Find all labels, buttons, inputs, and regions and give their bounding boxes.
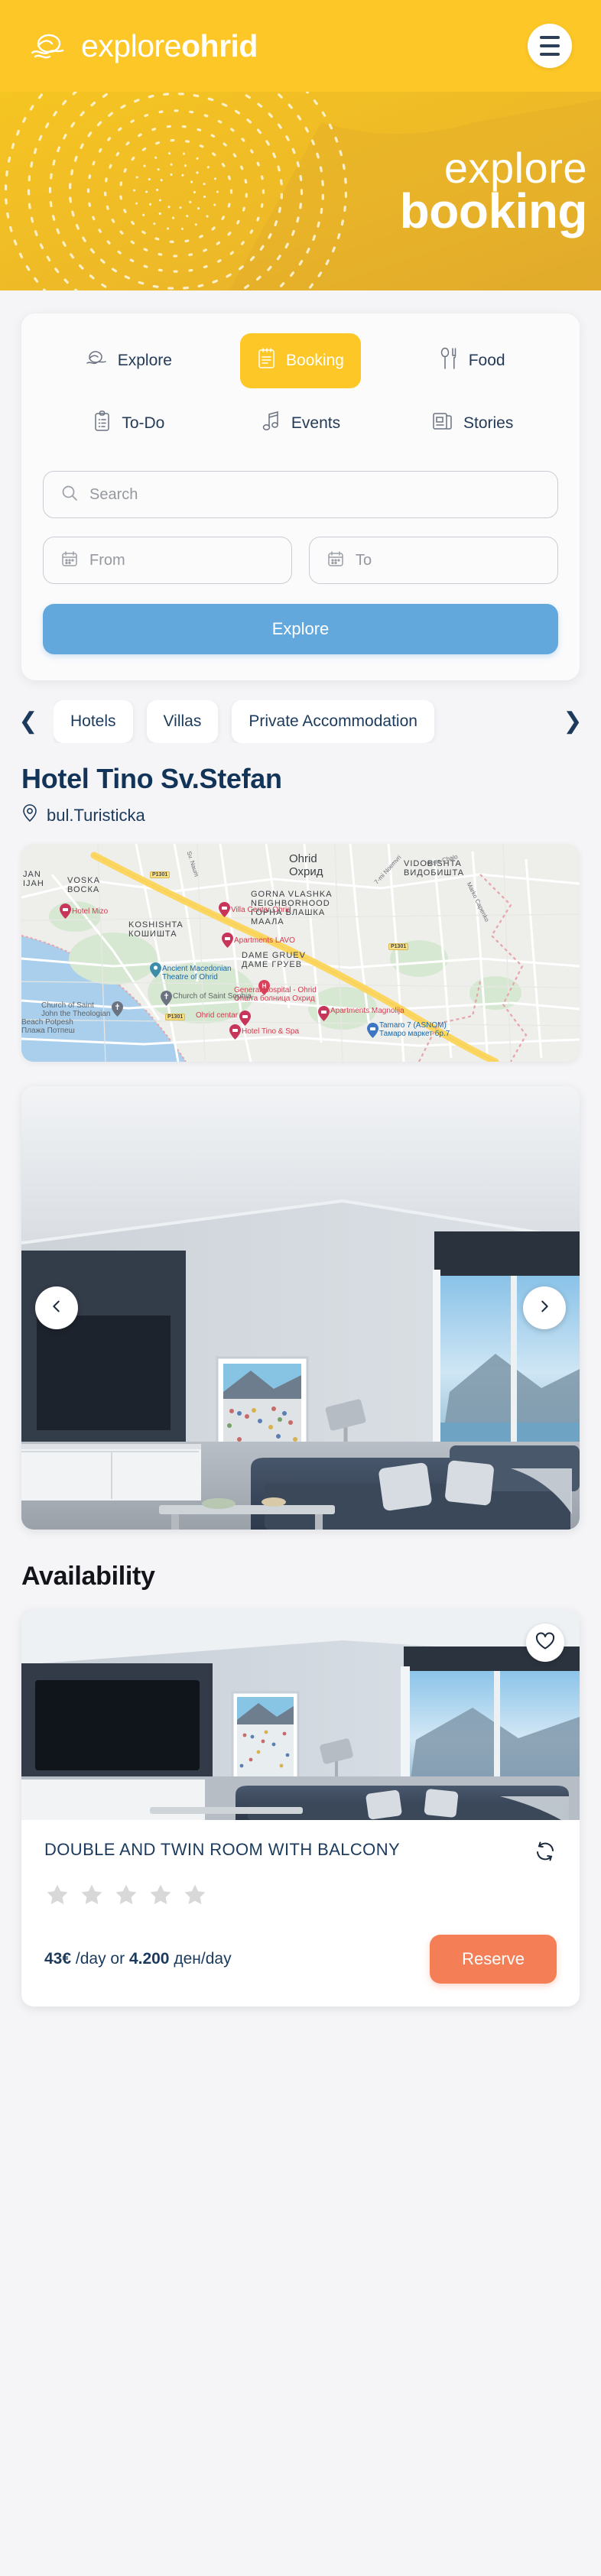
tab-explore[interactable]: Explore (69, 335, 189, 387)
date-to-placeholder: To (356, 551, 372, 569)
hamburger-menu-icon[interactable] (528, 24, 572, 68)
price-eur: 43€ (44, 1950, 72, 1968)
hero-title-block: explore booking (399, 143, 601, 239)
search-input[interactable]: Search (43, 471, 558, 518)
room-photo[interactable] (21, 1610, 580, 1820)
search-placeholder: Search (89, 485, 138, 503)
explore-wave-logo-icon (29, 29, 76, 63)
tab-label: Explore (117, 352, 172, 369)
explore-submit-button[interactable]: Explore (43, 604, 558, 654)
price-eur-unit: /day or (75, 1950, 125, 1968)
clipboard-booking-icon (257, 347, 277, 375)
checklist-clipboard-icon (93, 410, 112, 437)
brand-logo[interactable]: exploreohrid (29, 29, 258, 63)
tab-label: To-Do (122, 414, 165, 432)
burger-line (540, 53, 560, 56)
map-route-shield-p1301: P1301 (388, 943, 409, 950)
gallery-photo (21, 1086, 580, 1530)
room-details: DOUBLE AND TWIN ROOM WITH BALCONY 43€ /d… (21, 1820, 580, 2007)
price-mkd-unit: ден/day (174, 1950, 232, 1968)
availability-heading: Availability (21, 1562, 155, 1591)
star-5[interactable] (182, 1882, 208, 1912)
category-filter-row: ❮ Hotels Villas Private Accommodation ❯ (0, 680, 601, 751)
chip-hotels[interactable]: Hotels (54, 700, 133, 743)
reserve-button[interactable]: Reserve (430, 1935, 557, 1984)
hero-title-line1: explore (443, 143, 587, 192)
tab-label: Stories (463, 414, 514, 432)
chevron-left-icon[interactable]: ❮ (15, 710, 41, 733)
star-1[interactable] (44, 1882, 70, 1912)
date-range-row: From To (43, 537, 558, 584)
heart-icon (535, 1632, 555, 1654)
music-note-icon (261, 410, 282, 437)
explore-wave-icon (86, 349, 109, 373)
gallery-next-button[interactable] (523, 1286, 566, 1329)
section-tabs: Explore Booking Food To-Do Events Storie… (43, 333, 558, 451)
tab-stories[interactable]: Stories (414, 397, 530, 450)
photo-gallery[interactable] (21, 1086, 580, 1530)
room-header-row: DOUBLE AND TWIN ROOM WITH BALCONY (44, 1840, 557, 1867)
room-photo-image (21, 1610, 580, 1820)
room-card: DOUBLE AND TWIN ROOM WITH BALCONY 43€ /d… (21, 1610, 580, 2007)
burger-line (540, 36, 560, 39)
rating-stars[interactable] (44, 1882, 557, 1912)
refresh-icon[interactable] (534, 1840, 557, 1867)
burger-line (540, 44, 560, 47)
hero-title-line2: booking (399, 183, 588, 239)
tab-label: Booking (286, 352, 344, 369)
chip-villas[interactable]: Villas (146, 700, 219, 743)
chip-private-accommodation[interactable]: Private Accommodation (232, 700, 434, 743)
tab-events[interactable]: Events (244, 396, 357, 451)
date-to-input[interactable]: To (309, 537, 558, 584)
hero-banner: explore booking (0, 92, 601, 290)
room-footer-row: 43€ /day or 4.200 ден/day Reserve (44, 1935, 557, 1984)
map-route-shield-p1301: P1301 (150, 871, 171, 878)
brand-wordmark: exploreohrid (81, 28, 258, 63)
gallery-prev-button[interactable] (35, 1286, 78, 1329)
date-from-placeholder: From (89, 551, 125, 569)
app-header: exploreohrid (0, 0, 601, 92)
listing-location: bul.Turisticka (21, 804, 580, 827)
chevron-right-icon[interactable]: ❯ (560, 710, 586, 733)
room-name: DOUBLE AND TWIN ROOM WITH BALCONY (44, 1840, 401, 1859)
category-chips: Hotels Villas Private Accommodation (54, 700, 547, 743)
star-2[interactable] (79, 1882, 105, 1912)
spoon-fork-icon (440, 347, 460, 375)
search-panel: Explore Booking Food To-Do Events Storie… (21, 313, 580, 680)
location-map[interactable]: H Ohrid Охрид VOSKA ВОСКА KOSHISHTA КОШИШТА… (21, 844, 580, 1062)
calendar-icon (326, 550, 345, 572)
listing-address: bul.Turisticka (47, 806, 145, 825)
date-from-input[interactable]: From (43, 537, 292, 584)
map-route-shield-p1301: P1301 (165, 1014, 186, 1020)
price-mkd: 4.200 (128, 1950, 170, 1968)
room-price: 43€ /day or 4.200 ден/day (44, 1950, 232, 1968)
tab-to-do[interactable]: To-Do (76, 396, 181, 451)
map-canvas (21, 844, 580, 1062)
tab-booking[interactable]: Booking (240, 333, 361, 388)
chevron-left-icon (48, 1298, 65, 1319)
favorite-button[interactable] (526, 1624, 564, 1662)
tab-label: Food (468, 352, 505, 369)
listing-header: Hotel Tino Sv.Stefan bul.Turisticka (0, 751, 601, 827)
newspaper-icon (431, 410, 454, 436)
star-3[interactable] (113, 1882, 139, 1912)
brand-name-bold: ohrid (180, 28, 258, 63)
map-pin-icon (21, 804, 38, 827)
calendar-icon (60, 550, 79, 572)
tab-food[interactable]: Food (423, 333, 522, 388)
search-icon (60, 484, 79, 506)
page-title: Hotel Tino Sv.Stefan (21, 763, 282, 794)
star-4[interactable] (148, 1882, 174, 1912)
tab-label: Events (291, 414, 341, 432)
brand-name-thin: explore (81, 28, 181, 63)
chevron-right-icon (536, 1298, 553, 1319)
